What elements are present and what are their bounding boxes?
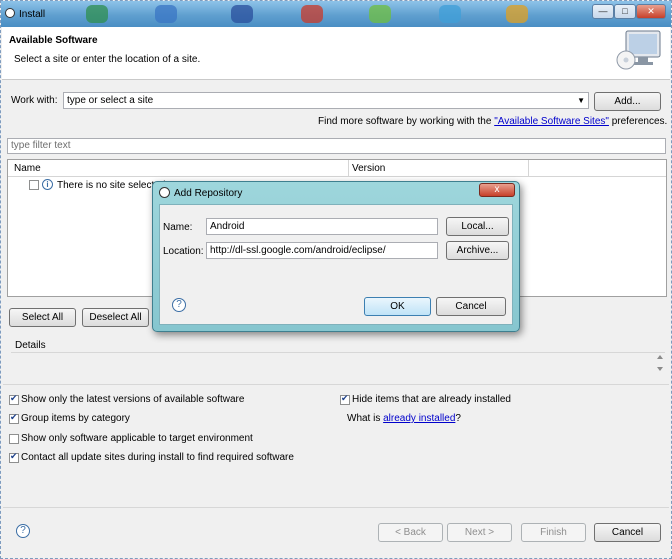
dialog-close-button[interactable]: x xyxy=(479,183,515,197)
find-more-suffix: preferences. xyxy=(608,116,668,127)
latest-versions-checkbox[interactable] xyxy=(9,393,19,405)
background-app-icon xyxy=(86,5,108,23)
already-installed-link[interactable]: already installed xyxy=(383,413,455,424)
group-by-category-checkbox[interactable] xyxy=(9,412,19,424)
separator xyxy=(3,384,669,385)
dialog-body: Name: Android Local... Location: http://… xyxy=(159,204,513,325)
contact-sites-label: Contact all update sites during install … xyxy=(21,452,294,463)
help-icon[interactable]: ? xyxy=(16,524,30,538)
background-app-icon xyxy=(155,5,177,23)
name-field[interactable]: Android xyxy=(206,218,438,235)
back-button[interactable]: < Back xyxy=(378,523,443,542)
eclipse-icon xyxy=(5,8,15,18)
page-subtitle: Select a site or enter the location of a… xyxy=(14,54,201,65)
what-is-prefix: What is xyxy=(347,413,384,424)
column-version[interactable]: Version xyxy=(352,163,385,174)
target-env-checkbox[interactable] xyxy=(9,434,19,444)
deselect-all-button[interactable]: Deselect All xyxy=(82,308,149,327)
column-divider xyxy=(348,160,349,176)
wizard-header: Available Software Select a site or ente… xyxy=(2,27,670,80)
background-app-icon xyxy=(439,5,461,23)
maximize-button[interactable]: □ xyxy=(614,4,636,19)
contact-sites-checkbox[interactable] xyxy=(9,451,19,463)
page-title: Available Software xyxy=(9,35,98,46)
dialog-title: Add Repository xyxy=(174,188,243,199)
table-header: Name Version xyxy=(8,160,666,177)
info-icon: i xyxy=(42,179,53,190)
add-site-button[interactable]: Add... xyxy=(594,92,661,111)
location-label: Location: xyxy=(163,246,204,257)
help-icon[interactable]: ? xyxy=(172,298,186,312)
install-monitor-icon xyxy=(616,30,661,70)
find-more-text: Find more software by working with the "… xyxy=(318,116,667,127)
add-repository-dialog: Add Repository x Name: Android Local... … xyxy=(152,181,520,332)
row-checkbox[interactable] xyxy=(29,180,39,190)
work-with-combo[interactable]: type or select a site ▼ xyxy=(63,92,589,109)
close-window-button[interactable]: ✕ xyxy=(636,4,666,19)
finish-button[interactable]: Finish xyxy=(521,523,586,542)
location-field[interactable]: http://dl-ssl.google.com/android/eclipse… xyxy=(206,242,438,259)
next-button[interactable]: Next > xyxy=(447,523,512,542)
footer-separator xyxy=(3,507,669,508)
cancel-button[interactable]: Cancel xyxy=(594,523,661,542)
window-title: Install xyxy=(19,9,46,20)
details-area xyxy=(11,352,665,381)
group-by-category-label: Group items by category xyxy=(21,413,130,424)
hide-installed-label: Hide items that are already installed xyxy=(352,394,511,405)
minimize-button[interactable]: — xyxy=(592,4,614,19)
find-more-prefix: Find more software by working with the xyxy=(318,116,495,127)
work-with-label: Work with: xyxy=(11,95,58,106)
details-scroll-arrows-icon[interactable] xyxy=(654,349,666,377)
available-software-sites-link[interactable]: "Available Software Sites" xyxy=(494,116,609,127)
background-app-icon xyxy=(301,5,323,23)
what-is-suffix: ? xyxy=(455,413,461,424)
target-env-label: Show only software applicable to target … xyxy=(21,433,253,444)
dialog-cancel-button[interactable]: Cancel xyxy=(436,297,506,316)
title-bar[interactable]: Install — □ ✕ xyxy=(1,1,671,27)
select-all-button[interactable]: Select All xyxy=(9,308,76,327)
latest-versions-label: Show only the latest versions of availab… xyxy=(21,394,245,405)
local-button[interactable]: Local... xyxy=(446,217,509,236)
ok-button[interactable]: OK xyxy=(364,297,431,316)
hide-installed-checkbox[interactable] xyxy=(340,393,350,405)
archive-button[interactable]: Archive... xyxy=(446,241,509,260)
background-app-icon xyxy=(506,5,528,23)
column-name[interactable]: Name xyxy=(14,163,41,174)
eclipse-icon xyxy=(159,187,170,198)
background-app-icon xyxy=(369,5,391,23)
details-label: Details xyxy=(15,340,46,351)
work-with-placeholder: type or select a site xyxy=(67,95,154,106)
what-is-installed-text: What is already installed? xyxy=(347,413,461,424)
filter-input[interactable]: type filter text xyxy=(7,138,666,154)
dropdown-arrow-icon[interactable]: ▼ xyxy=(577,93,585,108)
column-divider xyxy=(528,160,529,176)
name-label: Name: xyxy=(163,222,193,233)
background-app-icon xyxy=(231,5,253,23)
